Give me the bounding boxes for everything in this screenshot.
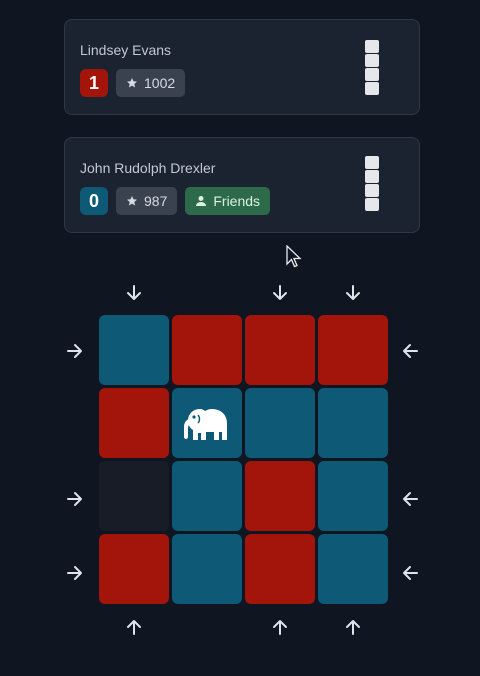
- piece-stack: [365, 40, 379, 95]
- mouse-cursor-icon: [286, 245, 302, 268]
- arrow-up-icon[interactable]: [270, 617, 290, 637]
- arrow-left-icon[interactable]: [400, 563, 420, 583]
- arrow-down-icon[interactable]: [124, 283, 144, 303]
- player-name: John Rudolph Drexler: [80, 160, 216, 176]
- piece-stack: [365, 156, 379, 211]
- board-tile-blue[interactable]: [318, 388, 388, 458]
- board-tile-red[interactable]: [99, 534, 169, 604]
- board-tile-blue[interactable]: [99, 315, 169, 385]
- board-tile-blue[interactable]: [318, 534, 388, 604]
- board-tile-blue-elephant[interactable]: [172, 388, 242, 458]
- score-badge: 0: [80, 187, 108, 215]
- arrow-right-icon[interactable]: [65, 341, 85, 361]
- arrow-left-icon[interactable]: [400, 489, 420, 509]
- player-card-2: John Rudolph Drexler 0 987 Friends: [64, 137, 420, 233]
- board-tile-blue[interactable]: [245, 388, 315, 458]
- score-badge: 1: [80, 69, 108, 97]
- person-icon: [196, 196, 207, 206]
- board-tile-empty[interactable]: [99, 461, 169, 531]
- board-tile-red[interactable]: [172, 315, 242, 385]
- friends-badge: Friends: [185, 187, 271, 215]
- board-tile-blue[interactable]: [318, 461, 388, 531]
- elephant-icon: [184, 409, 227, 440]
- player-name: Lindsey Evans: [80, 42, 172, 58]
- rating-badge: 987: [116, 187, 178, 215]
- rating-badge: 1002: [116, 69, 186, 97]
- board-tile-red[interactable]: [245, 315, 315, 385]
- arrow-left-icon[interactable]: [400, 341, 420, 361]
- board-tile-blue[interactable]: [172, 534, 242, 604]
- arrow-down-icon[interactable]: [343, 283, 363, 303]
- rating-value: 987: [144, 193, 168, 209]
- arrow-up-icon[interactable]: [343, 617, 363, 637]
- star-icon: [127, 196, 137, 206]
- arrow-right-icon[interactable]: [65, 563, 85, 583]
- board-tile-red[interactable]: [245, 461, 315, 531]
- rating-value: 1002: [144, 75, 176, 91]
- player-card-1: Lindsey Evans 1 1002: [64, 19, 420, 115]
- arrow-down-icon[interactable]: [270, 283, 290, 303]
- friends-label: Friends: [213, 193, 261, 209]
- arrow-right-icon[interactable]: [65, 489, 85, 509]
- board-tile-red[interactable]: [245, 534, 315, 604]
- board-tile-red[interactable]: [99, 388, 169, 458]
- star-icon: [127, 78, 137, 88]
- arrow-up-icon[interactable]: [124, 617, 144, 637]
- board-tile-blue[interactable]: [172, 461, 242, 531]
- game-board: [99, 315, 389, 605]
- board-tile-red[interactable]: [318, 315, 388, 385]
